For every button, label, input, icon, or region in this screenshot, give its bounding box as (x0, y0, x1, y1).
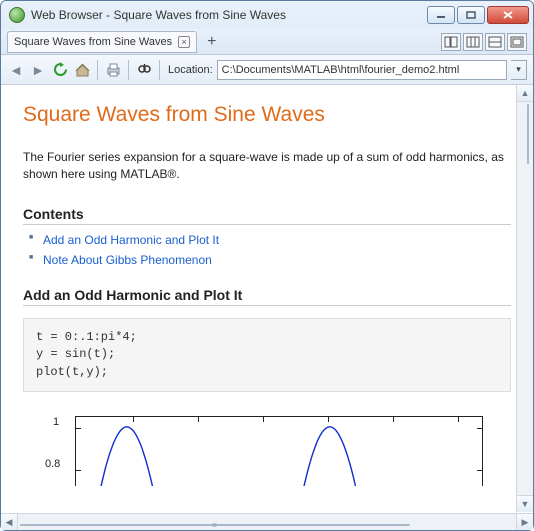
scroll-up-icon[interactable]: ▲ (517, 85, 533, 102)
maximize-button[interactable] (457, 6, 485, 24)
scroll-left-icon[interactable]: ◀ (1, 514, 18, 530)
new-tab-button[interactable]: + (203, 33, 220, 51)
intro-paragraph: The Fourier series expansion for a squar… (23, 149, 511, 184)
list-item: Add an Odd Harmonic and Plot It (29, 233, 511, 247)
back-icon[interactable]: ◄ (7, 61, 25, 79)
page-content: Square Waves from Sine Waves The Fourier… (1, 85, 533, 512)
window-title: Web Browser - Square Waves from Sine Wav… (31, 8, 427, 22)
tab-close-icon[interactable]: × (178, 36, 190, 48)
code-block: t = 0:.1:pi*4; y = sin(t); plot(t,y); (23, 318, 511, 392)
layout-split-h-icon[interactable] (463, 33, 483, 51)
scroll-right-icon[interactable]: ▶ (516, 514, 533, 530)
list-item: Note About Gibbs Phenomenon (29, 253, 511, 267)
layout-split-v-icon[interactable] (485, 33, 505, 51)
forward-icon[interactable]: ► (29, 61, 47, 79)
contents-heading: Contents (23, 206, 511, 225)
browser-tab[interactable]: Square Waves from Sine Waves × (7, 31, 197, 53)
print-icon[interactable] (104, 61, 122, 79)
layout-max-icon[interactable] (507, 33, 527, 51)
scroll-down-icon[interactable]: ▼ (517, 495, 533, 512)
reload-icon[interactable] (51, 61, 69, 79)
minimize-button[interactable] (427, 6, 455, 24)
toc-link-1[interactable]: Add an Odd Harmonic and Plot It (43, 233, 219, 247)
tab-label: Square Waves from Sine Waves (14, 36, 172, 48)
app-icon (9, 7, 25, 23)
toc-link-2[interactable]: Note About Gibbs Phenomenon (43, 253, 212, 267)
vertical-scrollbar[interactable]: ▲ ▼ (516, 85, 533, 512)
section-heading: Add an Odd Harmonic and Plot It (23, 287, 511, 306)
close-button[interactable] (487, 6, 529, 24)
layout-single-icon[interactable] (441, 33, 461, 51)
page-title: Square Waves from Sine Waves (23, 103, 511, 127)
location-dropdown-icon[interactable]: ▾ (511, 60, 527, 80)
find-icon[interactable] (135, 61, 153, 79)
home-icon[interactable] (73, 61, 91, 79)
scroll-thumb[interactable] (527, 104, 529, 164)
line-chart (75, 416, 483, 486)
scroll-thumb[interactable]: ≡ (20, 524, 410, 526)
location-label: Location: (168, 64, 213, 76)
location-input[interactable]: C:\Documents\MATLAB\html\fourier_demo2.h… (217, 60, 507, 80)
horizontal-scrollbar[interactable]: ◀ ≡ ▶ (1, 513, 533, 530)
